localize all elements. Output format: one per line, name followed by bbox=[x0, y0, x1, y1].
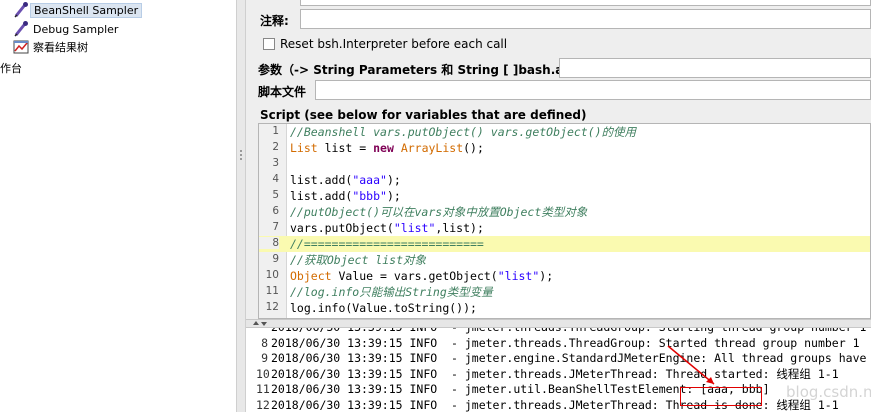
code-text: //========================== bbox=[290, 237, 484, 251]
tree-item-label: 工作台 bbox=[0, 62, 22, 75]
code-text: //log.info只能输出String类型变量 bbox=[290, 285, 493, 299]
log-line-number: 10 bbox=[256, 366, 270, 381]
line-number: 11 bbox=[265, 285, 279, 297]
watermark: blog.csdn.net/hfwin2 bbox=[786, 383, 871, 401]
test-plan-tree: BeanShell Sampler Debug Sampler 察看结果树 工作… bbox=[0, 0, 236, 412]
log-line-text: 2018/06/30 13:39:15 INFO - jmeter.engine… bbox=[271, 351, 867, 366]
script-editor[interactable]: 1 //Beanshell vars.putObject() vars.getOb… bbox=[258, 123, 871, 319]
script-file-label: 脚本文件 bbox=[258, 85, 307, 99]
line-number: 7 bbox=[272, 221, 279, 233]
script-line[interactable]: 8 //========================== bbox=[259, 236, 870, 252]
script-line[interactable]: 4 list.add("aaa"); bbox=[259, 172, 870, 188]
editor-log-divider[interactable] bbox=[246, 319, 871, 328]
script-line[interactable]: 9 //获取Object list对象 bbox=[259, 252, 870, 268]
tree-item-beanshell-sampler[interactable]: BeanShell Sampler bbox=[12, 1, 143, 19]
script-line[interactable]: 5 list.add("bbb"); bbox=[259, 188, 870, 204]
script-line[interactable]: 11 //log.info只能输出String类型变量 bbox=[259, 284, 870, 300]
line-number: 2 bbox=[272, 141, 279, 153]
code-text: List list = new ArrayList(); bbox=[290, 141, 484, 155]
code-text: //putObject()可以在vars对象中放置Object类型对象 bbox=[290, 205, 588, 219]
line-number: 1 bbox=[272, 125, 279, 137]
collapse-up-icon[interactable] bbox=[253, 321, 259, 325]
script-line[interactable]: 2 List list = new ArrayList(); bbox=[259, 140, 870, 156]
log-line-text: 2018/06/30 13:39:15 INFO - jmeter.thread… bbox=[271, 366, 839, 381]
comment-field[interactable] bbox=[300, 9, 871, 29]
code-text: list.add("bbb"); bbox=[290, 189, 401, 203]
script-label: Script (see below for variables that are… bbox=[260, 108, 587, 122]
tree-item-debug-sampler[interactable]: Debug Sampler bbox=[12, 20, 121, 38]
script-line[interactable]: 12 log.info(Value.toString()); bbox=[259, 300, 870, 316]
log-panel[interactable]: 2018/06/30 13:39:15 INFO - jmeter.thread… bbox=[246, 328, 871, 412]
log-line-number: 12 bbox=[256, 398, 270, 412]
line-number: 4 bbox=[272, 173, 279, 185]
line-number: 3 bbox=[272, 157, 279, 169]
script-line[interactable]: 1 //Beanshell vars.putObject() vars.getOb… bbox=[259, 124, 870, 140]
collapse-down-icon[interactable] bbox=[261, 322, 267, 326]
script-line[interactable]: 6 //putObject()可以在vars对象中放置Object类型对象 bbox=[259, 204, 870, 220]
script-file-field[interactable] bbox=[315, 80, 871, 100]
log-line-number: 8 bbox=[261, 335, 268, 350]
script-line[interactable]: 7 vars.putObject("list",list); bbox=[259, 220, 870, 236]
comment-label: 注释: bbox=[260, 14, 289, 28]
name-field[interactable] bbox=[300, 0, 871, 6]
code-text: list.add("aaa"); bbox=[290, 173, 401, 187]
code-text: //Beanshell vars.putObject() vars.getObj… bbox=[290, 125, 637, 139]
line-number: 6 bbox=[272, 205, 279, 217]
tree-item-view-results-tree[interactable]: 察看结果树 bbox=[12, 38, 91, 56]
log-line-number: 11 bbox=[256, 382, 270, 397]
line-number: 9 bbox=[272, 253, 279, 265]
line-number: 5 bbox=[272, 189, 279, 201]
log-line-text: 2018/06/30 13:39:15 INFO - jmeter.thread… bbox=[271, 335, 860, 350]
script-line[interactable]: 3 bbox=[259, 156, 870, 172]
reset-interpreter-checkbox[interactable] bbox=[263, 38, 275, 50]
line-number: 10 bbox=[265, 269, 279, 281]
reset-interpreter-label: Reset bsh.Interpreter before each call bbox=[280, 37, 508, 51]
tree-item-label: BeanShell Sampler bbox=[30, 2, 143, 18]
code-text: Object Value = vars.getObject("list"); bbox=[290, 269, 554, 283]
tree-item-label: Debug Sampler bbox=[33, 22, 119, 36]
chart-icon bbox=[13, 40, 29, 54]
tree-item-label: 察看结果树 bbox=[33, 41, 88, 54]
pipette-icon bbox=[14, 2, 28, 18]
line-number: 12 bbox=[265, 301, 279, 313]
line-number: 8 bbox=[259, 237, 279, 249]
panel-splitter[interactable] bbox=[236, 0, 246, 412]
parameters-label: 参数（-> String Parameters 和 String [ ]bash… bbox=[258, 63, 598, 77]
script-line[interactable]: 10 Object Value = vars.getObject("list"); bbox=[259, 268, 870, 284]
code-text: //获取Object list对象 bbox=[290, 253, 427, 267]
pipette-icon bbox=[14, 21, 28, 37]
parameters-field[interactable] bbox=[559, 58, 871, 78]
code-text: vars.putObject("list",list); bbox=[290, 221, 484, 235]
tree-item-workbench[interactable]: 工作台 bbox=[0, 59, 25, 77]
annotation-arrow bbox=[667, 345, 715, 385]
code-text: log.info(Value.toString()); bbox=[290, 301, 477, 315]
log-line-number: 9 bbox=[261, 351, 268, 366]
